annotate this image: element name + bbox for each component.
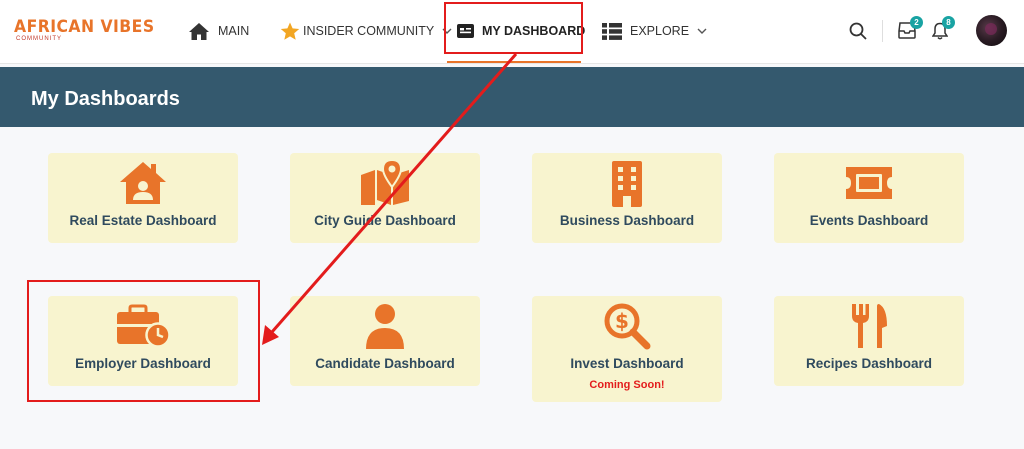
chevron-down-icon — [697, 28, 707, 34]
search-dollar-icon: $ — [603, 302, 651, 350]
notifications-badge: 8 — [942, 16, 955, 29]
annotation-highlight-my-dashboard — [444, 2, 583, 54]
nav-explore-label: EXPLORE — [630, 24, 690, 38]
utensils-icon — [849, 302, 889, 350]
nav-explore[interactable]: EXPLORE — [602, 0, 707, 62]
dashboard-card-events[interactable]: Events Dashboard — [774, 153, 964, 243]
dashboard-card-recipes[interactable]: Recipes Dashboard — [774, 296, 964, 386]
dashboard-card-candidate[interactable]: Candidate Dashboard — [290, 296, 480, 386]
card-label: Events Dashboard — [809, 213, 929, 228]
star-icon — [280, 22, 300, 40]
search-button[interactable] — [849, 22, 867, 45]
house-user-icon — [118, 159, 168, 207]
logo-subtitle: COMMUNITY — [16, 36, 62, 42]
search-icon — [849, 22, 867, 40]
user-avatar[interactable] — [976, 15, 1007, 46]
dashboard-card-invest[interactable]: $ Invest Dashboard Coming Soon! — [532, 296, 722, 402]
card-label: Business Dashboard — [559, 213, 695, 228]
notifications-button[interactable]: 8 — [931, 16, 955, 45]
icon-divider — [882, 20, 883, 42]
card-label: Recipes Dashboard — [805, 356, 933, 371]
nav-main[interactable]: MAIN — [188, 0, 249, 62]
svg-text:$: $ — [615, 309, 629, 333]
list-icon — [602, 22, 622, 40]
page-title: My Dashboards — [31, 88, 180, 110]
nav-insider-label: INSIDER COMMUNITY — [303, 24, 435, 38]
card-label: Real Estate Dashboard — [69, 213, 217, 228]
logo-title: AFRICAN VIBES — [14, 17, 155, 37]
dashboard-card-city-guide[interactable]: City Guide Dashboard — [290, 153, 480, 243]
nav-main-label: MAIN — [218, 24, 250, 38]
card-label: City Guide Dashboard — [314, 213, 456, 228]
coming-soon-note: Coming Soon! — [589, 379, 665, 391]
card-label: Invest Dashboard — [570, 356, 684, 371]
nav-insider-community[interactable]: INSIDER COMMUNITY — [280, 0, 452, 62]
dashboard-card-real-estate[interactable]: Real Estate Dashboard — [48, 153, 238, 243]
inbox-button[interactable]: 2 — [898, 16, 923, 44]
user-icon — [364, 302, 406, 350]
annotation-highlight-employer — [27, 280, 260, 402]
active-tab-indicator — [447, 61, 581, 63]
home-icon — [189, 22, 209, 40]
map-location-icon — [359, 159, 411, 207]
card-label: Candidate Dashboard — [315, 356, 455, 371]
building-icon — [610, 159, 644, 207]
ticket-icon — [844, 159, 894, 207]
dashboard-card-business[interactable]: Business Dashboard — [532, 153, 722, 243]
site-logo[interactable]: AFRICAN VIBES COMMUNITY — [14, 18, 167, 43]
inbox-badge: 2 — [910, 16, 923, 29]
